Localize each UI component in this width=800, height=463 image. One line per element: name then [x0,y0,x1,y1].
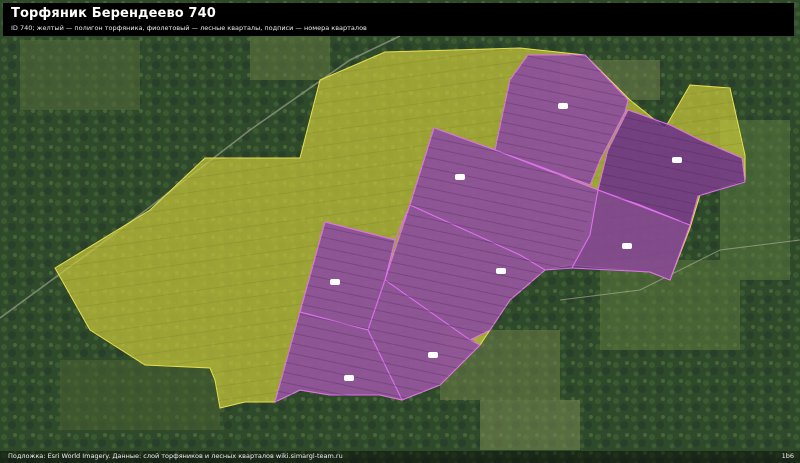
quarter-label-marker [558,103,568,109]
quarter-label-marker [455,174,465,180]
map-view[interactable]: Торфяник Берендеево 740 ID 740; желтый —… [0,0,800,463]
map-footer: Подложка: Esri World Imagery. Данные: сл… [0,451,800,463]
map-title: Торфяник Берендеево 740 [11,6,216,21]
quarter-label-marker [496,268,506,274]
quarter-label-marker [428,352,438,358]
quarter-label-marker [344,375,354,381]
map-title-bar: Торфяник Берендеево 740 ID 740; желтый —… [3,3,794,36]
attribution-text: Подложка: Esri World Imagery. Данные: сл… [8,452,343,460]
map-canvas[interactable] [0,0,800,463]
quarter-label-marker [330,279,340,285]
quarter-label-marker [672,157,682,163]
quarter-label-marker [622,243,632,249]
map-subtitle: ID 740; желтый — полигон торфяника, фиол… [11,24,367,32]
corner-number: 1b6 [781,452,794,460]
